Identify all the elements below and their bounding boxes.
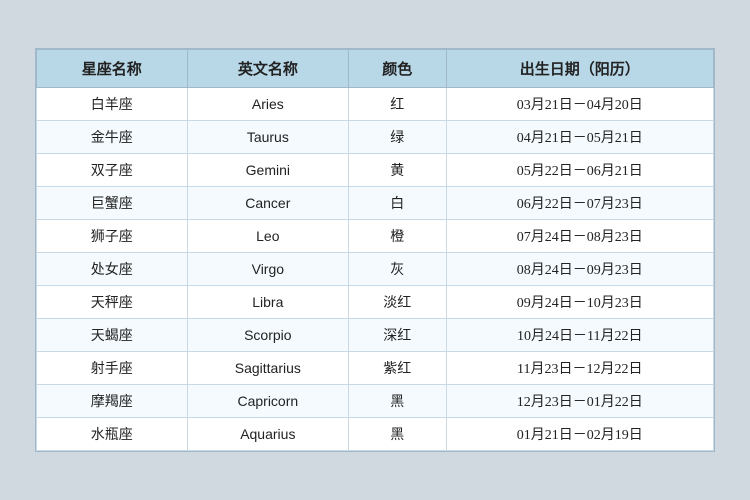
cell-chinese-name: 水瓶座: [37, 418, 188, 451]
cell-dates: 01月21日－02月19日: [446, 418, 713, 451]
cell-color: 灰: [349, 253, 446, 286]
cell-english-name: Scorpio: [187, 319, 348, 352]
cell-chinese-name: 巨蟹座: [37, 187, 188, 220]
cell-english-name: Capricorn: [187, 385, 348, 418]
cell-dates: 04月21日－05月21日: [446, 121, 713, 154]
cell-dates: 11月23日－12月22日: [446, 352, 713, 385]
cell-color: 深红: [349, 319, 446, 352]
cell-english-name: Sagittarius: [187, 352, 348, 385]
cell-color: 黑: [349, 418, 446, 451]
table-row: 巨蟹座Cancer白06月22日－07月23日: [37, 187, 714, 220]
table-header-row: 星座名称 英文名称 颜色 出生日期（阳历）: [37, 50, 714, 88]
cell-chinese-name: 金牛座: [37, 121, 188, 154]
table-body: 白羊座Aries红03月21日－04月20日金牛座Taurus绿04月21日－0…: [37, 88, 714, 451]
table-row: 处女座Virgo灰08月24日－09月23日: [37, 253, 714, 286]
cell-chinese-name: 白羊座: [37, 88, 188, 121]
cell-english-name: Aries: [187, 88, 348, 121]
cell-english-name: Virgo: [187, 253, 348, 286]
cell-english-name: Taurus: [187, 121, 348, 154]
cell-english-name: Leo: [187, 220, 348, 253]
cell-color: 红: [349, 88, 446, 121]
cell-chinese-name: 摩羯座: [37, 385, 188, 418]
cell-dates: 06月22日－07月23日: [446, 187, 713, 220]
cell-chinese-name: 射手座: [37, 352, 188, 385]
cell-dates: 07月24日－08月23日: [446, 220, 713, 253]
zodiac-table: 星座名称 英文名称 颜色 出生日期（阳历） 白羊座Aries红03月21日－04…: [36, 49, 714, 451]
cell-dates: 05月22日－06月21日: [446, 154, 713, 187]
table-row: 摩羯座Capricorn黑12月23日－01月22日: [37, 385, 714, 418]
cell-color: 绿: [349, 121, 446, 154]
cell-dates: 08月24日－09月23日: [446, 253, 713, 286]
cell-dates: 03月21日－04月20日: [446, 88, 713, 121]
table-row: 天蝎座Scorpio深红10月24日－11月22日: [37, 319, 714, 352]
cell-color: 紫红: [349, 352, 446, 385]
cell-color: 黑: [349, 385, 446, 418]
table-row: 双子座Gemini黄05月22日－06月21日: [37, 154, 714, 187]
header-color: 颜色: [349, 50, 446, 88]
table-row: 天秤座Libra淡红09月24日－10月23日: [37, 286, 714, 319]
cell-chinese-name: 处女座: [37, 253, 188, 286]
cell-chinese-name: 双子座: [37, 154, 188, 187]
cell-color: 黄: [349, 154, 446, 187]
table-row: 射手座Sagittarius紫红11月23日－12月22日: [37, 352, 714, 385]
header-chinese-name: 星座名称: [37, 50, 188, 88]
header-english-name: 英文名称: [187, 50, 348, 88]
cell-color: 橙: [349, 220, 446, 253]
cell-color: 淡红: [349, 286, 446, 319]
cell-chinese-name: 天蝎座: [37, 319, 188, 352]
zodiac-table-wrapper: 星座名称 英文名称 颜色 出生日期（阳历） 白羊座Aries红03月21日－04…: [35, 48, 715, 452]
table-row: 金牛座Taurus绿04月21日－05月21日: [37, 121, 714, 154]
cell-dates: 12月23日－01月22日: [446, 385, 713, 418]
table-row: 白羊座Aries红03月21日－04月20日: [37, 88, 714, 121]
table-row: 水瓶座Aquarius黑01月21日－02月19日: [37, 418, 714, 451]
cell-english-name: Gemini: [187, 154, 348, 187]
cell-color: 白: [349, 187, 446, 220]
table-row: 狮子座Leo橙07月24日－08月23日: [37, 220, 714, 253]
cell-english-name: Cancer: [187, 187, 348, 220]
cell-chinese-name: 狮子座: [37, 220, 188, 253]
header-birth-date: 出生日期（阳历）: [446, 50, 713, 88]
cell-chinese-name: 天秤座: [37, 286, 188, 319]
cell-dates: 10月24日－11月22日: [446, 319, 713, 352]
cell-dates: 09月24日－10月23日: [446, 286, 713, 319]
cell-english-name: Aquarius: [187, 418, 348, 451]
cell-english-name: Libra: [187, 286, 348, 319]
